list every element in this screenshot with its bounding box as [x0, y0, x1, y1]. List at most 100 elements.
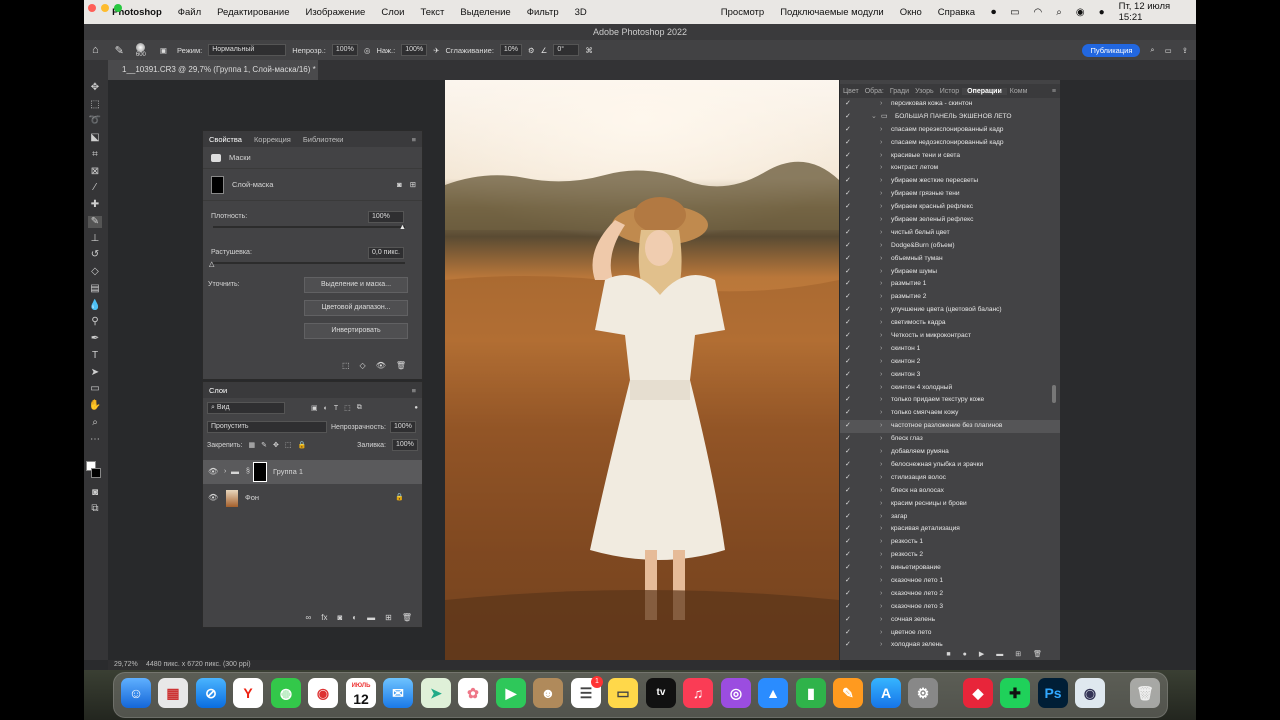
check-icon[interactable]: ✓: [845, 291, 851, 304]
check-icon[interactable]: ✓: [845, 472, 851, 485]
link-layers-icon[interactable]: ∞: [306, 613, 312, 622]
search-icon[interactable]: ⌕: [1150, 45, 1154, 55]
chevron-right-icon[interactable]: ›: [880, 369, 882, 382]
check-icon[interactable]: ✓: [845, 304, 851, 317]
path-select-tool-icon[interactable]: ➤: [88, 367, 102, 379]
minimize-window-button[interactable]: [101, 4, 109, 12]
action-item[interactable]: ✓ › блеск на волосах: [840, 485, 1060, 498]
action-item[interactable]: ✓ › добавляем румяна: [840, 446, 1060, 459]
anydesk-icon[interactable]: ◆: [963, 678, 993, 708]
tab-history[interactable]: Истор: [937, 88, 962, 95]
check-icon[interactable]: ✓: [845, 382, 851, 395]
close-window-button[interactable]: [88, 4, 96, 12]
tab-libraries[interactable]: Библиотеки: [297, 135, 350, 144]
delete-layer-icon[interactable]: 🗑: [402, 613, 412, 622]
lock-transparency-icon[interactable]: ▦: [248, 441, 255, 449]
trash-icon[interactable]: 🗑: [1130, 678, 1160, 708]
airbrush-icon[interactable]: ✈: [433, 46, 439, 55]
control-center-icon[interactable]: ◉: [1076, 7, 1085, 18]
action-item[interactable]: ✓ › резкость 2: [840, 549, 1060, 562]
facetime-icon[interactable]: ▶: [496, 678, 526, 708]
healing-brush-tool-icon[interactable]: ✚: [88, 199, 102, 211]
actions-menu-icon[interactable]: ≡: [1049, 88, 1060, 95]
numbers-icon[interactable]: ▮: [796, 678, 826, 708]
check-icon[interactable]: ✓: [845, 562, 851, 575]
check-icon[interactable]: ✓: [845, 278, 851, 291]
tab-actions[interactable]: Операции: [962, 87, 1007, 95]
action-item[interactable]: ✓ › стилизация волос: [840, 472, 1060, 485]
action-item[interactable]: ✓ › блеск глаз: [840, 433, 1060, 446]
delete-mask-icon[interactable]: 🗑: [396, 361, 406, 370]
action-set[interactable]: ✓ ⌄ ▭ БОЛЬШАЯ ПАНЕЛЬ ЭКШЕНОВ ЛЕТО: [840, 111, 1060, 124]
action-item[interactable]: ✓ › сказочное лето 1: [840, 575, 1060, 588]
pixel-mask-icon[interactable]: ◙: [397, 180, 402, 189]
group-expand-chevron-icon[interactable]: ›: [224, 460, 226, 484]
tab-swatches[interactable]: Обра:: [862, 88, 887, 95]
yandex-browser-icon[interactable]: Y: [233, 678, 263, 708]
blend-mode-select[interactable]: Пропустить: [207, 421, 327, 433]
tab-patterns[interactable]: Узорь: [912, 88, 937, 95]
history-brush-tool-icon[interactable]: ↺: [88, 249, 102, 261]
tab-adjustments[interactable]: Коррекция: [248, 135, 297, 144]
gradient-tool-icon[interactable]: ▤: [88, 283, 102, 295]
filter-text-icon[interactable]: T: [334, 405, 338, 412]
check-icon[interactable]: ✓: [845, 201, 851, 214]
chevron-right-icon[interactable]: ›: [880, 356, 882, 369]
layer-row-background[interactable]: 👁 Фон 🔒: [203, 486, 422, 510]
action-item[interactable]: ✓ › частотное разложение без плагинов: [840, 420, 1060, 434]
new-group-icon[interactable]: ▬: [367, 613, 375, 622]
toggle-mask-icon[interactable]: 👁: [376, 361, 386, 370]
filter-shape-icon[interactable]: ⬚: [344, 404, 351, 412]
menu-3d[interactable]: 3D: [575, 7, 587, 18]
menu-file[interactable]: Файл: [178, 7, 201, 18]
check-icon[interactable]: ✓: [845, 162, 851, 175]
photos-icon[interactable]: ✿: [458, 678, 488, 708]
chevron-right-icon[interactable]: ›: [880, 498, 882, 511]
vector-mask-icon[interactable]: ⊞: [410, 180, 416, 189]
brush-tool-icon-active[interactable]: ✎: [88, 216, 102, 228]
chevron-right-icon[interactable]: ›: [880, 601, 882, 614]
action-item[interactable]: ✓ › размытие 1: [840, 278, 1060, 291]
finder-icon[interactable]: ☺: [121, 678, 151, 708]
chevron-right-icon[interactable]: ›: [880, 150, 882, 163]
chevron-right-icon[interactable]: ›: [880, 291, 882, 304]
pressure-opacity-icon[interactable]: ◎: [364, 46, 371, 55]
dodge-tool-icon[interactable]: ⚲: [88, 316, 102, 328]
tab-comments[interactable]: Комм: [1007, 88, 1031, 95]
check-icon[interactable]: ✓: [845, 459, 851, 472]
check-icon[interactable]: ✓: [845, 150, 851, 163]
menu-help[interactable]: Справка: [938, 7, 975, 18]
background-color-swatch[interactable]: [91, 468, 101, 478]
pressure-field[interactable]: 100%: [401, 44, 428, 56]
check-icon[interactable]: ✓: [845, 485, 851, 498]
chevron-right-icon[interactable]: ›: [880, 201, 882, 214]
check-icon[interactable]: ✓: [845, 137, 851, 150]
invert-button[interactable]: Инвертировать: [304, 323, 408, 339]
menu-clock[interactable]: Пт, 12 июля 15:21: [1119, 1, 1184, 23]
chevron-right-icon[interactable]: ›: [880, 407, 882, 420]
smoothing-field[interactable]: 10%: [499, 44, 522, 56]
action-item[interactable]: ✓ › цветное лето: [840, 627, 1060, 640]
action-item[interactable]: ✓ › убираем грязные тени: [840, 188, 1060, 201]
chevron-right-icon[interactable]: ›: [880, 562, 882, 575]
action-item[interactable]: ✓ › контраст летом: [840, 162, 1060, 175]
check-icon[interactable]: ✓: [845, 575, 851, 588]
panel-menu-icon[interactable]: ≡: [406, 135, 422, 144]
filter-adjust-icon[interactable]: ◐: [324, 405, 328, 412]
hand-tool-icon[interactable]: ✋: [88, 400, 102, 412]
gear-icon[interactable]: ⚙: [528, 46, 535, 55]
document-info[interactable]: 4480 пикс. x 6720 пикс. (300 ppi): [146, 660, 251, 670]
frame-tool-icon[interactable]: ⊠: [88, 166, 102, 178]
wifi-icon[interactable]: ◠: [1034, 7, 1043, 18]
brush-preset-picker[interactable]: 600: [136, 42, 146, 58]
chevron-right-icon[interactable]: ›: [880, 575, 882, 588]
action-item[interactable]: ✓ › красим ресницы и брови: [840, 498, 1060, 511]
action-item[interactable]: ✓ › убираем шумы: [840, 266, 1060, 279]
eyedropper-tool-icon[interactable]: ⁄: [88, 182, 102, 194]
link-icon[interactable]: §: [246, 460, 250, 484]
messages-icon[interactable]: ◍: [271, 678, 301, 708]
check-icon[interactable]: ✓: [845, 407, 851, 420]
workspace-icon[interactable]: ▭: [1165, 46, 1172, 55]
group-mask-thumbnail[interactable]: [253, 462, 267, 482]
fx-icon[interactable]: fx: [321, 613, 327, 622]
